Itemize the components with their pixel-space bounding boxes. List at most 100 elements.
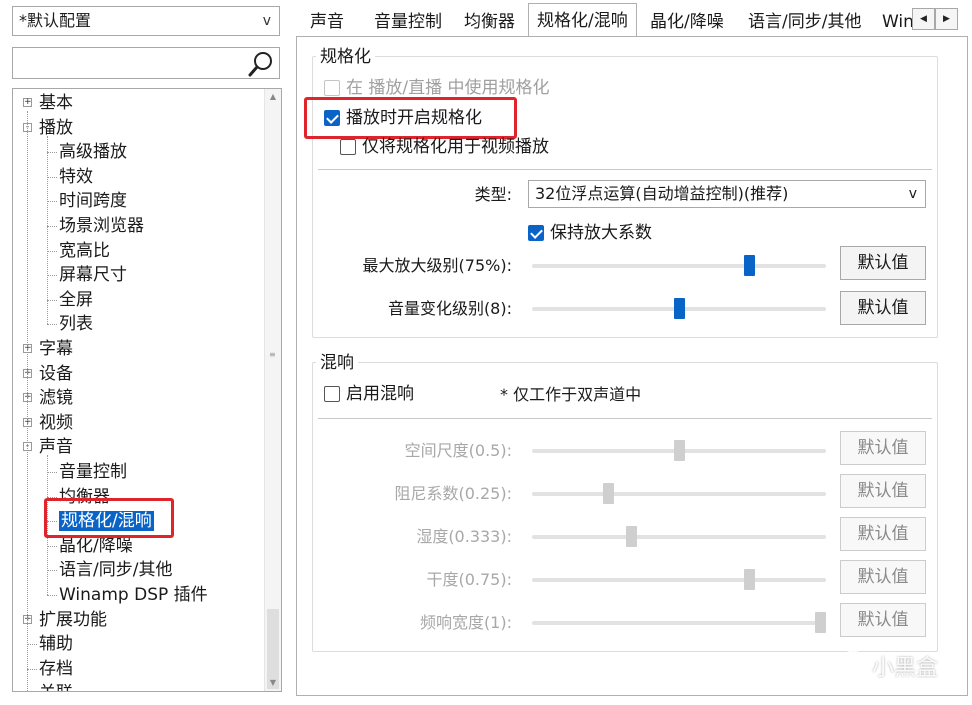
tree-connector [47, 226, 57, 227]
max-gain-slider[interactable] [532, 255, 826, 277]
slider-thumb[interactable] [626, 526, 637, 547]
tab-3[interactable]: 规格化/混响 [528, 3, 637, 37]
tree-item[interactable]: 视频 [39, 411, 73, 435]
reverb-param-label: 湿度(0.333): [416, 527, 512, 546]
tree-item[interactable]: 屏幕尺寸 [59, 263, 127, 287]
tree-item[interactable]: 声音 [39, 435, 73, 459]
checkbox-box [528, 225, 544, 241]
slider-thumb[interactable] [744, 255, 755, 276]
normalize-title: 规格化 [316, 46, 375, 68]
tab-4[interactable]: 晶化/降噪 [642, 7, 732, 37]
reverb-param-default-button[interactable]: 默认值 [840, 431, 926, 465]
tab-scroll-arrows: ◀ ▶ [912, 8, 958, 30]
tree-item-label: 存档 [39, 658, 73, 679]
chevron-down-icon: v [262, 13, 271, 29]
tree-item-label: 高级播放 [59, 142, 127, 163]
reverb-title: 混响 [316, 352, 358, 374]
reverb-param-slider[interactable] [532, 483, 826, 505]
reverb-param-label: 空间尺度(0.5): [404, 441, 512, 460]
reverb-param-default-button[interactable]: 默认值 [840, 517, 926, 551]
tab-5[interactable]: 语言/同步/其他 [740, 7, 869, 37]
tree-item[interactable]: 关联 [39, 681, 73, 691]
tree-connector [47, 176, 57, 178]
highlight-tree-selection [44, 498, 174, 538]
settings-tree[interactable]: + 基本 - 播放 高级播放 特效 时间跨度 场景浏览器 宽高比 屏幕尺寸 全屏 列表 + 字幕 + 设备 + 滤… [12, 88, 282, 692]
max-gain-default-button[interactable]: 默认值 [840, 246, 926, 280]
max-gain-label: 最大放大级别(75%): [362, 256, 512, 275]
search-input[interactable] [13, 48, 243, 78]
slider-thumb[interactable] [603, 483, 614, 504]
chevron-down-icon: v [908, 186, 917, 202]
scroll-down-icon[interactable]: ▼ [265, 675, 281, 691]
tree-item[interactable]: 播放 [39, 116, 73, 140]
reverb-param-slider[interactable] [532, 440, 826, 462]
tree-item-label: 关联 [39, 683, 73, 691]
search-box[interactable] [12, 47, 280, 79]
volume-change-default-button[interactable]: 默认值 [840, 291, 926, 325]
tree-item[interactable]: 辅助 [39, 632, 73, 656]
checkbox-label: 启用混响 [346, 384, 414, 404]
tree-connector [47, 152, 57, 154]
tab-0[interactable]: 声音 [302, 7, 352, 37]
tree-item[interactable]: 扩展功能 [39, 608, 107, 632]
tree-item-label: 滤镜 [39, 388, 73, 409]
tree-connector [47, 135, 48, 325]
tree-item[interactable]: 全屏 [59, 288, 93, 312]
tree-item[interactable]: 列表 [59, 312, 93, 336]
tree-item-label: 音量控制 [59, 462, 127, 482]
normalize-type-dropdown[interactable]: 32位浮点运算(自动增益控制)(推荐) v [528, 180, 926, 208]
search-icon[interactable] [247, 50, 275, 78]
checkbox-label: 保持放大系数 [550, 223, 652, 243]
tree-item[interactable]: 语言/同步/其他 [59, 558, 172, 582]
reverb-param-default-button[interactable]: 默认值 [840, 603, 926, 637]
slider-thumb[interactable] [674, 440, 685, 461]
reverb-param-default-button[interactable]: 默认值 [840, 474, 926, 508]
tree-connector [47, 472, 57, 473]
reverb-param-slider[interactable] [532, 569, 826, 591]
volume-change-slider[interactable] [532, 298, 826, 320]
tree-item[interactable]: 设备 [39, 362, 73, 386]
tree-connector [27, 111, 28, 691]
watermark-text: 小黑盒 [872, 656, 939, 681]
tree-scrollbar[interactable]: ▲ ≡ ▼ [264, 89, 281, 691]
checkbox-label: 在 播放/直播 中使用规格化 [346, 78, 550, 98]
checkbox-label: 仅将规格化用于视频播放 [362, 137, 549, 157]
reverb-param-default-button[interactable]: 默认值 [840, 560, 926, 594]
tree-connector [27, 644, 37, 646]
tree-item-label: 字幕 [39, 339, 73, 359]
tree-item[interactable]: 时间跨度 [59, 189, 127, 213]
tree-item[interactable]: 音量控制 [59, 460, 127, 484]
tree-item-label: 设备 [39, 363, 73, 384]
tree-connector [47, 595, 57, 596]
slider-track [532, 264, 826, 268]
profile-selected-value: *默认配置 [19, 11, 92, 30]
tree-item[interactable]: Winamp DSP 插件 [59, 583, 208, 607]
tree-item[interactable]: 宽高比 [59, 239, 110, 263]
tree-item-label: 列表 [59, 314, 93, 335]
tree-item[interactable]: 滤镜 [39, 386, 73, 410]
scroll-up-icon[interactable]: ▲ [265, 89, 281, 105]
tree-item[interactable]: 基本 [39, 91, 73, 115]
expand-icon[interactable]: + [23, 98, 32, 107]
reverb-param-slider[interactable] [532, 612, 826, 634]
tree-item[interactable]: 字幕 [39, 337, 73, 361]
tree-item[interactable]: 场景浏览器 [59, 214, 144, 238]
slider-thumb[interactable] [815, 612, 826, 633]
tree-item-label: 播放 [39, 117, 73, 138]
stereo-only-note: * 仅工作于双声道中 [500, 385, 642, 404]
slider-thumb[interactable] [744, 569, 755, 590]
divider [318, 418, 932, 419]
tab-scroll-right-icon[interactable]: ▶ [935, 8, 958, 30]
tree-item[interactable]: 特效 [59, 165, 93, 189]
tab-2[interactable]: 均衡器 [456, 7, 523, 37]
slider-track [532, 535, 826, 539]
reverb-param-slider[interactable] [532, 526, 826, 548]
tab-scroll-left-icon[interactable]: ◀ [912, 8, 935, 30]
tree-item[interactable]: 存档 [39, 657, 73, 681]
tree-item[interactable]: 高级播放 [59, 140, 127, 164]
slider-track [532, 578, 826, 582]
tab-1[interactable]: 音量控制 [366, 7, 450, 37]
heybox-logo-icon [839, 648, 867, 680]
slider-thumb[interactable] [674, 298, 685, 319]
profile-dropdown[interactable]: *默认配置 v [12, 6, 280, 36]
